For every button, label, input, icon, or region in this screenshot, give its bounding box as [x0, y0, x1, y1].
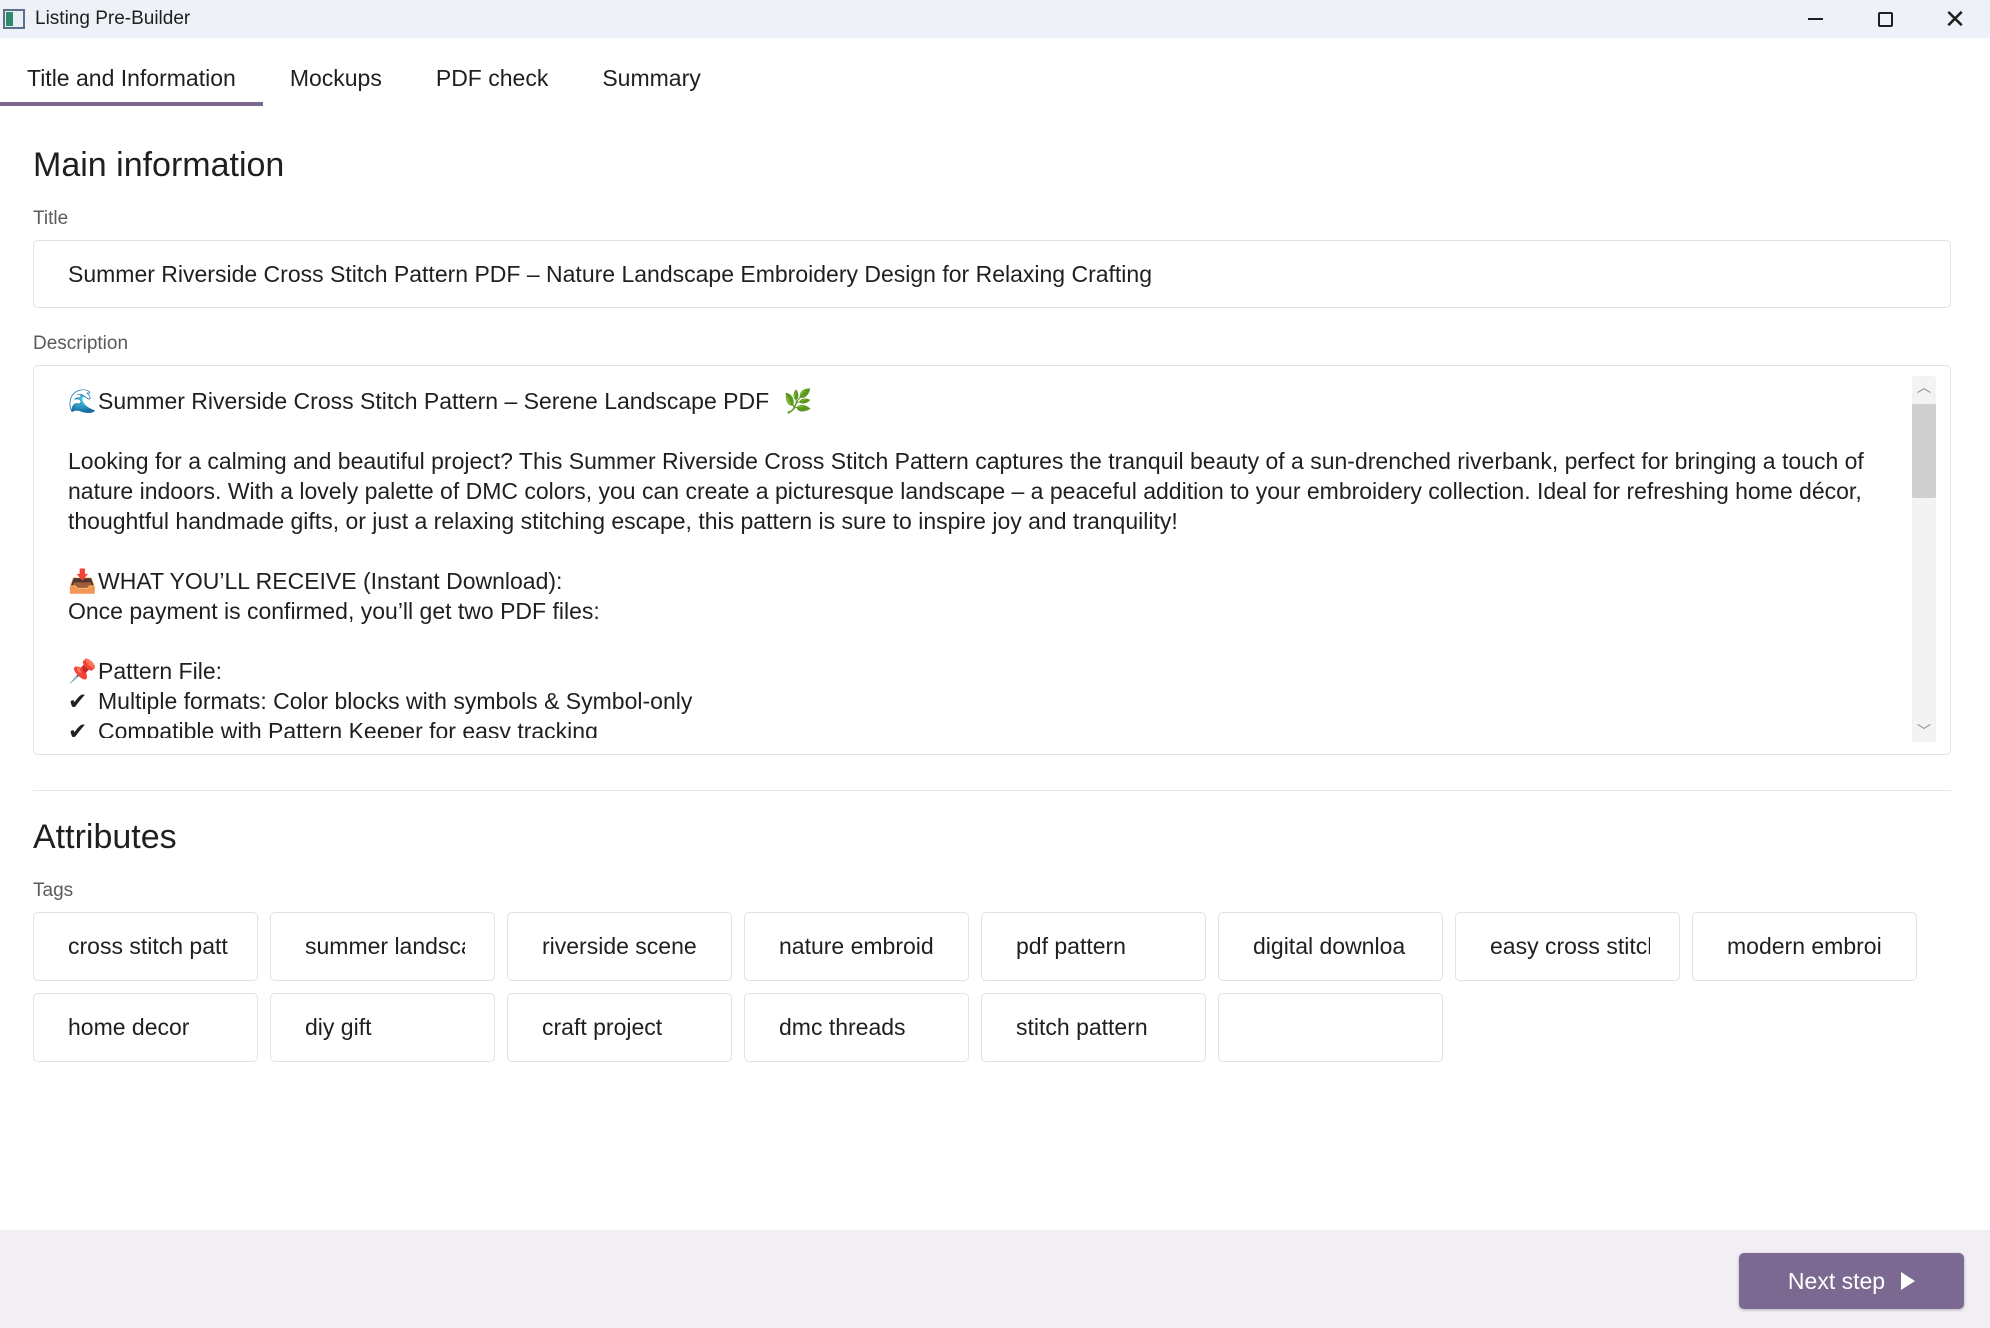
- section-divider: [33, 790, 1951, 791]
- check-icon: ✔: [68, 719, 88, 738]
- bullet-text: Compatible with Pattern Keeper for easy …: [98, 718, 598, 738]
- footer-bar: [0, 1230, 1990, 1328]
- scroll-down-icon[interactable]: ﹀: [1912, 720, 1936, 742]
- description-line: ✔ Multiple formats: Color blocks with sym…: [68, 686, 1898, 716]
- tag-text: stitch pattern: [1016, 1014, 1148, 1040]
- pattern-file-text: Pattern File:: [98, 658, 222, 684]
- close-icon: ✕: [1944, 4, 1966, 34]
- tag-input[interactable]: easy cross stitch: [1455, 912, 1680, 981]
- app-icon: [3, 9, 25, 29]
- close-button[interactable]: ✕: [1920, 0, 1990, 38]
- tag-text: cross stitch patt: [68, 933, 228, 959]
- description-textarea[interactable]: 🌊Summer Riverside Cross Stitch Pattern –…: [33, 365, 1951, 755]
- inbox-tray-icon: 📥: [68, 569, 97, 595]
- minimize-button[interactable]: [1780, 0, 1850, 38]
- scroll-up-icon[interactable]: ︿: [1912, 376, 1936, 398]
- play-icon: [1901, 1272, 1916, 1290]
- tag-text: summer landsca: [305, 933, 465, 959]
- description-content: 🌊Summer Riverside Cross Stitch Pattern –…: [68, 386, 1898, 738]
- tag-text: riverside scene: [542, 933, 697, 959]
- description-line: ✔ Compatible with Pattern Keeper for easy…: [68, 716, 1898, 738]
- maximize-button[interactable]: [1850, 0, 1920, 38]
- next-step-button[interactable]: Next step: [1739, 1253, 1964, 1309]
- receive-heading-text: WHAT YOU’LL RECEIVE (Instant Download):: [98, 568, 563, 594]
- description-scrollbar[interactable]: ︿ ﹀: [1912, 376, 1936, 742]
- main-information-heading: Main information: [33, 146, 285, 184]
- title-input[interactable]: Summer Riverside Cross Stitch Pattern PD…: [33, 240, 1951, 308]
- tag-input[interactable]: dmc threads: [744, 993, 969, 1062]
- tag-text: pdf pattern: [1016, 933, 1126, 959]
- title-bar: Listing Pre-Builder ✕: [0, 0, 1990, 38]
- maximize-icon: [1877, 11, 1893, 27]
- tab-pdf-check[interactable]: PDF check: [409, 50, 575, 106]
- tag-text: dmc threads: [779, 1014, 906, 1040]
- description-line: Once payment is confirmed, you’ll get tw…: [68, 598, 600, 624]
- tab-mockups[interactable]: Mockups: [263, 50, 409, 106]
- description-line: 📌Pattern File:: [68, 656, 1898, 686]
- window-title: Listing Pre-Builder: [35, 8, 191, 29]
- tag-text: diy gift: [305, 1014, 372, 1040]
- tag-input[interactable]: nature embroid: [744, 912, 969, 981]
- tag-input[interactable]: craft project: [507, 993, 732, 1062]
- description-label: Description: [33, 333, 129, 354]
- tag-text: modern embroi: [1727, 933, 1882, 959]
- title-label: Title: [33, 208, 69, 229]
- tag-input[interactable]: home decor: [33, 993, 258, 1062]
- tag-input[interactable]: modern embroi: [1692, 912, 1917, 981]
- tags-label: Tags: [33, 880, 74, 901]
- minimize-icon: [1807, 18, 1823, 20]
- tag-text: craft project: [542, 1014, 663, 1040]
- tag-text: nature embroid: [779, 933, 934, 959]
- pushpin-icon: 📌: [68, 659, 97, 685]
- tab-bar: Title and Information Mockups PDF check …: [0, 50, 728, 106]
- check-icon: ✔: [68, 689, 88, 715]
- tag-input[interactable]: diy gift: [270, 993, 495, 1062]
- bullet-text: Multiple formats: Color blocks with symb…: [98, 688, 693, 714]
- tag-input[interactable]: summer landsca: [270, 912, 495, 981]
- tag-input[interactable]: pdf pattern: [981, 912, 1206, 981]
- tag-input[interactable]: cross stitch patt: [33, 912, 258, 981]
- herb-icon: 🌿: [783, 389, 813, 415]
- tab-summary[interactable]: Summary: [575, 50, 727, 106]
- next-step-label: Next step: [1787, 1267, 1886, 1294]
- tag-text: home decor: [68, 1014, 190, 1040]
- tag-text: digital downloa: [1253, 933, 1406, 959]
- description-line: 📥WHAT YOU’LL RECEIVE (Instant Download):: [68, 566, 1898, 596]
- tag-input[interactable]: digital downloa: [1218, 912, 1443, 981]
- window-controls: ✕: [1780, 0, 1990, 38]
- description-line: 🌊Summer Riverside Cross Stitch Pattern –…: [68, 386, 1898, 416]
- tag-input[interactable]: stitch pattern: [981, 993, 1206, 1062]
- description-heading-text: Summer Riverside Cross Stitch Pattern – …: [98, 388, 770, 414]
- scroll-thumb[interactable]: [1912, 404, 1936, 498]
- tag-input-empty[interactable]: [1218, 993, 1443, 1062]
- description-paragraph: Looking for a calming and beautiful proj…: [68, 448, 1864, 534]
- wave-icon: 🌊: [68, 389, 97, 415]
- tab-title-and-information[interactable]: Title and Information: [0, 50, 263, 106]
- tag-input[interactable]: riverside scene: [507, 912, 732, 981]
- attributes-heading: Attributes: [33, 818, 177, 856]
- tag-text: easy cross stitch: [1490, 933, 1650, 959]
